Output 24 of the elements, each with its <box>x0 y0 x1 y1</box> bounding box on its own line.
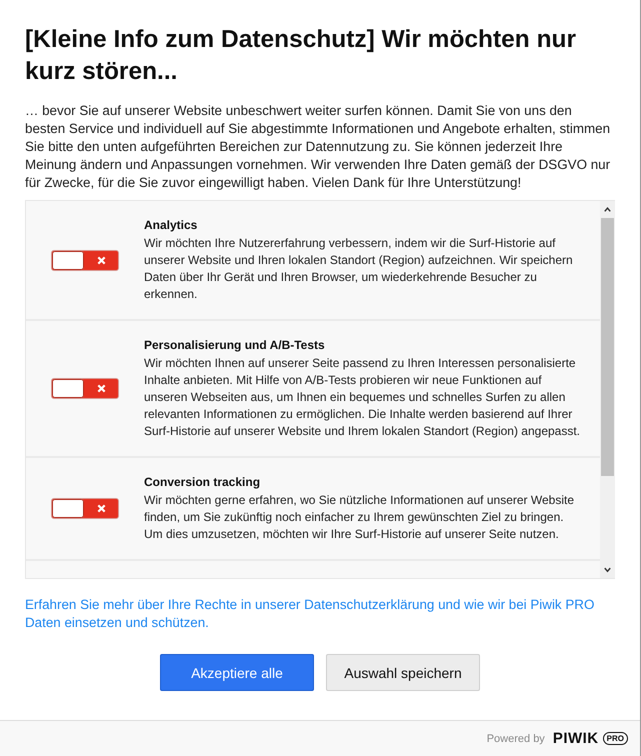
consent-toggle[interactable] <box>51 250 119 270</box>
scroll-down-icon[interactable] <box>603 565 612 574</box>
scrollbar-thumb[interactable] <box>601 218 614 476</box>
consent-description: Wir möchten Ihnen auf unserer Seite passend zu Ihren Interessen personalisierte Inhalte anbieten. Mit Hilfe von A/B-Tests probieren wir neue Funktionen auf unseren Webseiten aus, um Ihnen ein bequemes und schnelles Surfen zu allen relevanten Informationen zu ermöglichen. Die Inhalte werden basierend auf Ihrer Surf-Historie auf unserer Website und Ihrem lokalen Standort (Region) angepasst. <box>144 355 580 440</box>
close-icon <box>96 384 106 393</box>
logo-badge[interactable]: PRO <box>602 732 628 745</box>
dialog-title: [Kleine Info zum Datenschutz] Wir möchten nur kurz stören... <box>25 25 578 87</box>
save-selection-button[interactable]: Auswahl speichern <box>326 654 480 691</box>
consent-title: Analytics <box>144 217 198 234</box>
scrollbar[interactable] <box>600 201 615 578</box>
powered-by-text: Powered by <box>486 732 545 744</box>
consent-description: Wir möchten gerne erfahren, wo Sie nützliche Informationen auf unserer Website finden, um Sie zukünftig noch einfacher zu Ihrem gewünschten Ziel zu bringen. Um dies umzusetzen, möchten wir Ihre Surf-Historie auf unserer Seite nutzen. <box>144 492 575 543</box>
logo-text[interactable]: PIWIK <box>552 730 599 747</box>
consent-toggle[interactable] <box>51 378 119 399</box>
scroll-up-icon[interactable] <box>603 205 612 214</box>
consent-title: Personalisierung und A/B-Tests <box>144 337 326 354</box>
privacy-link[interactable]: Erfahren Sie mehr über Ihre Rechte in unserer Datenschutzerklärung und wie wir bei Piwik PRO Daten einsetzen und schützen. <box>25 596 615 632</box>
intro-text: … bevor Sie auf unserer Website unbeschwert weiter surfen können. Damit Sie von uns den besten Service und individuell auf Sie abgestimmte Informationen und Angebote erhalten, stimmen Sie bitte den unten aufgeführten Bereichen zur Datennutzung zu. Sie können jederzeit Ihre Meinung ändern und Anpassungen vornehmen. Wir verwenden Ihre Daten gemäß der DSGVO nur für Zwecke, für die Sie zuvor eingewilligt haben. Vielen Dank für Ihre Unterstützung! <box>25 102 612 192</box>
accept-all-button[interactable]: Akzeptiere alle <box>160 654 314 691</box>
consent-description: Wir möchten Ihre Nutzererfahrung verbessern, indem wir die Surf-Historie auf unserer Website und Ihren lokalen Standort (Region) aufzeichnen. Wir speichern Daten über Ihr Gerät und Ihren Browser, um wiederkehrende Besucher zu erkennen. <box>144 235 574 303</box>
consent-title: Conversion tracking <box>144 474 262 491</box>
close-icon <box>96 256 106 264</box>
close-icon <box>96 504 106 513</box>
consent-toggle[interactable] <box>51 498 119 519</box>
